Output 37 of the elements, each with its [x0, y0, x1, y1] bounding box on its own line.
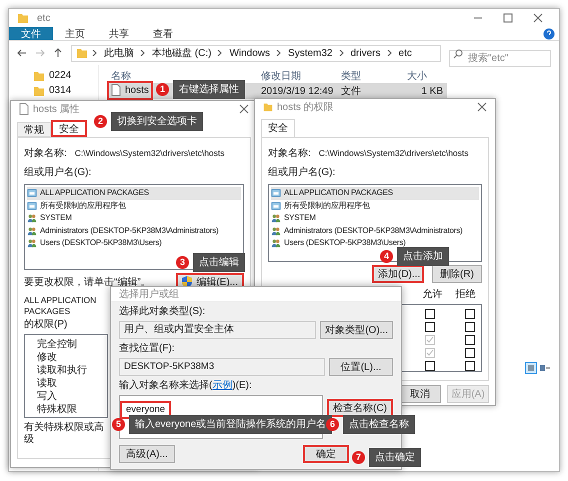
object-name-value: C:\Windows\System32\drivers\etc\hosts — [74, 147, 225, 160]
object-names-label: 输入对象名称来选择(示例)(E): — [119, 378, 253, 393]
callout-label: 点击添加 — [397, 247, 449, 266]
change-hint-text: 要更改权限，请单击“编辑”。 — [24, 276, 151, 288]
permissions-for-label: ALL APPLICATION PACKAGES — [24, 295, 98, 317]
file-name-cell: hosts — [107, 80, 153, 100]
permission-name: 特殊权限 — [37, 402, 78, 415]
dialog-title: hosts 属性 — [33, 102, 80, 116]
permission-name: 读取和执行 — [37, 364, 88, 376]
permission-name: 写入 — [37, 390, 58, 402]
object-name-label: 对象名称: — [24, 146, 67, 161]
location-label: 查找位置(F): — [119, 342, 176, 356]
callout-label: 点击编辑 — [193, 253, 245, 272]
table-cell-text: 文件 — [340, 84, 362, 98]
callout-label: 切换到安全选项卡 — [111, 112, 203, 131]
allow-column-header: 允许 — [422, 288, 444, 302]
table-cell-text: 2019/3/19 12:49 — [260, 84, 334, 98]
location-field: DESKTOP-5KP38M3 — [119, 358, 325, 376]
dialog-title: 选择用户或组 — [119, 288, 179, 302]
callout-label: 右键选择属性 — [173, 80, 245, 99]
object-type-field: 用户、组或内置安全主体 — [119, 321, 316, 339]
dialog-title: hosts 的权限 — [277, 100, 334, 114]
permission-name: 读取 — [37, 376, 58, 389]
object-name-label: 对象名称: — [268, 146, 311, 161]
permission-name: 完全控制 — [37, 338, 78, 350]
object-name-value: C:\Windows\System32\drivers\etc\hosts — [318, 147, 469, 160]
callout-label: 点击检查名称 — [343, 415, 415, 434]
callout-label: 点击确定 — [369, 448, 421, 467]
permissions-label: 的权限(P) — [24, 318, 68, 332]
permission-name: 修改 — [37, 351, 58, 363]
advanced-hint-text: 有关特殊权限或高级 — [24, 422, 105, 446]
group-label: 组或用户名(G): — [24, 166, 92, 180]
table-cell-text: 1 KB — [420, 84, 444, 98]
window-title: etc — [37, 12, 50, 26]
group-label: 组或用户名(G): — [268, 166, 336, 180]
deny-column-header: 拒绝 — [454, 288, 476, 302]
object-type-label: 选择此对象类型(S): — [119, 304, 206, 319]
